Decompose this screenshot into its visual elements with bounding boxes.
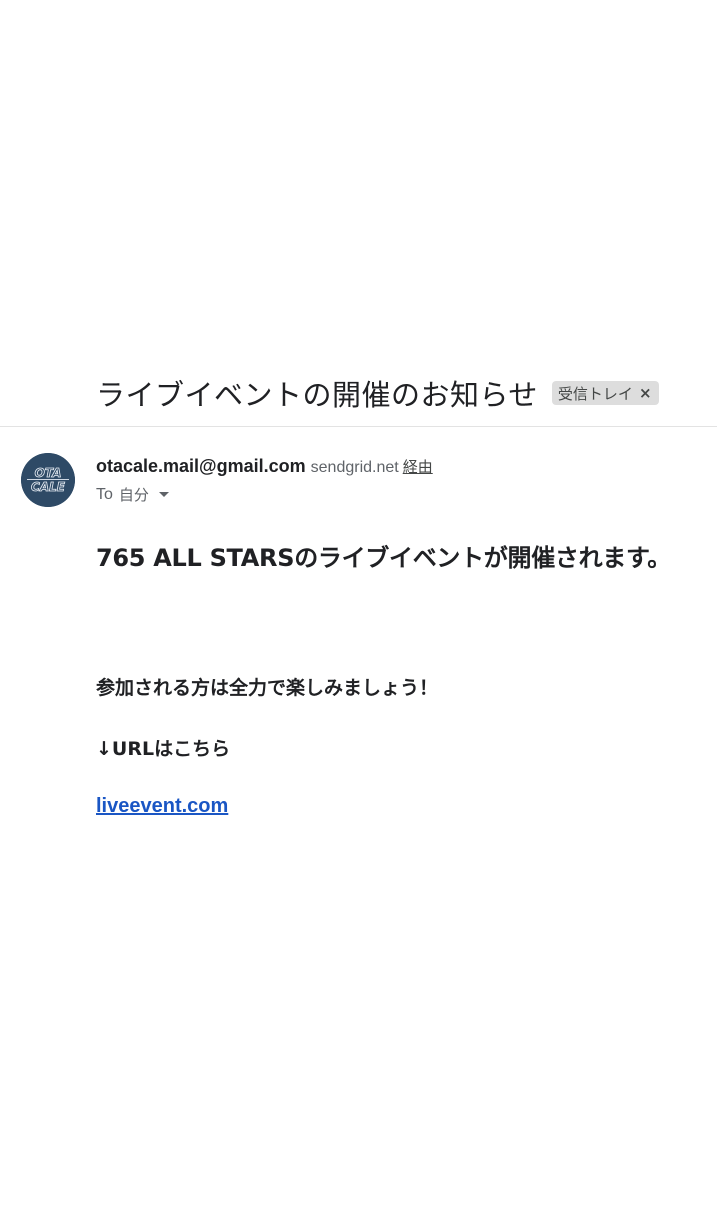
via-domain: sendgrid.net	[310, 459, 399, 476]
sender-row: otacale.mail@gmail.com sendgrid.net 経由	[96, 456, 433, 477]
header-divider	[0, 426, 717, 427]
inbox-label-text: 受信トレイ	[557, 384, 633, 403]
subject-row: ライブイベントの開催のお知らせ 受信トレイ ×	[96, 372, 659, 414]
event-url-link[interactable]: liveevent.com	[96, 795, 228, 818]
avatar-line1: OTA	[35, 466, 62, 480]
caret-down-icon[interactable]	[158, 492, 169, 497]
sender-avatar[interactable]: OTA CALE	[21, 453, 75, 507]
via-info-link[interactable]: 経由	[403, 456, 433, 477]
inbox-label-chip[interactable]: 受信トレイ ×	[551, 381, 659, 405]
body-headline: 765 ALL STARSのライブイベントが開催されます。	[96, 544, 672, 572]
body-paragraph-1: 参加される方は全力で楽しみましょう！	[96, 677, 439, 699]
body-paragraph-2: ↓URLはこちら	[96, 738, 231, 760]
recipient-name: 自分	[118, 486, 149, 504]
sender-email[interactable]: otacale.mail@gmail.com	[96, 456, 306, 477]
remove-label-icon[interactable]: ×	[639, 384, 652, 402]
recipient-prefix: To	[96, 485, 113, 503]
avatar-line2: CALE	[31, 480, 66, 494]
otacale-logo-icon: OTA CALE	[21, 453, 75, 507]
email-subject: ライブイベントの開催のお知らせ	[96, 378, 538, 412]
recipient-details-toggle[interactable]: To 自分	[96, 484, 169, 505]
